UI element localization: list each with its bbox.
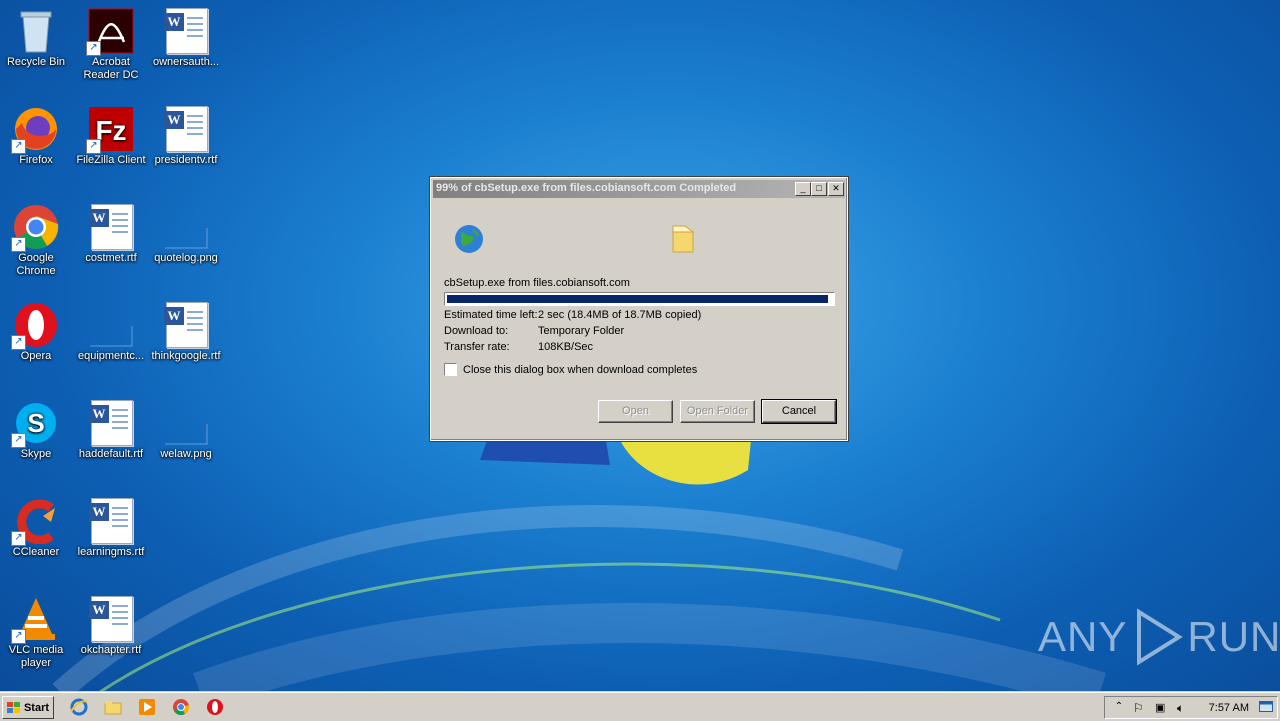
desktop-icon-recycle-bin[interactable]: Recycle Bin (0, 2, 74, 98)
firefox-icon: ↗ (11, 106, 59, 154)
info-row-transfer-rate: Transfer rate: 108KB/Sec (444, 341, 594, 353)
word-document-icon: W (163, 302, 209, 348)
recycle-bin-icon (13, 8, 59, 54)
anyrun-watermark: ANY RUN (1038, 608, 1280, 666)
image-file-icon (88, 302, 134, 348)
desktop-icon-filezilla[interactable]: Fz ↗ FileZilla Client (73, 100, 149, 196)
chrome-taskbar-icon[interactable] (172, 698, 190, 716)
show-hidden-icons-icon[interactable]: ⌃ (1111, 701, 1127, 715)
shortcut-arrow-icon: ↗ (11, 433, 26, 448)
svg-text:S: S (27, 408, 44, 438)
internet-explorer-icon[interactable] (70, 698, 88, 716)
shortcut-arrow-icon: ↗ (11, 139, 26, 154)
download-info: Estimated time left: 2 sec (18.4MB of 18… (444, 309, 701, 357)
desktop-icon-thinkgoogle[interactable]: W thinkgoogle.rtf (148, 296, 224, 392)
globe-icon (455, 225, 483, 253)
download-dialog[interactable]: 99% of cbSetup.exe from files.cobiansoft… (429, 176, 849, 442)
windows-logo-icon (6, 701, 20, 713)
download-progress-bar (444, 292, 835, 306)
dialog-title: 99% of cbSetup.exe from files.cobiansoft… (436, 182, 737, 194)
word-document-icon: W (88, 498, 134, 544)
shortcut-arrow-icon: ↗ (11, 335, 26, 350)
checkbox-box[interactable] (444, 363, 457, 376)
open-folder-button[interactable]: Open Folder (680, 400, 755, 423)
cancel-button[interactable]: Cancel (761, 399, 837, 424)
shortcut-arrow-icon: ↗ (11, 237, 26, 252)
system-tray: ⌃ ⚐ ▣ 🔈︎ 7:57 AM (1104, 696, 1278, 719)
desktop-icon-haddefault[interactable]: W haddefault.rtf (73, 394, 149, 490)
folder-icon (672, 225, 694, 253)
start-button[interactable]: Start (2, 696, 54, 719)
word-document-icon: W (163, 106, 209, 152)
desktop-icon-ccleaner[interactable]: ↗ CCleaner (0, 492, 74, 588)
image-file-icon (163, 204, 209, 250)
ccleaner-icon: ↗ (11, 498, 59, 546)
maximize-button[interactable]: □ (811, 182, 827, 196)
desktop-icon-okchapter[interactable]: W okchapter.rtf (73, 590, 149, 686)
image-file-icon (163, 400, 209, 446)
volume-icon[interactable]: 🔈︎ (1177, 701, 1193, 715)
close-on-complete-checkbox[interactable]: Close this dialog box when download comp… (444, 363, 697, 376)
show-desktop-icon[interactable] (1259, 701, 1273, 713)
word-document-icon: W (88, 596, 134, 642)
desktop-icon-vlc[interactable]: ↗ VLC media player (0, 590, 74, 686)
word-document-icon: W (163, 8, 209, 54)
skype-icon: S ↗ (11, 400, 59, 448)
desktop-icon-acrobat[interactable]: ↗ Acrobat Reader DC (73, 2, 149, 98)
desktop-icon-opera[interactable]: ↗ Opera (0, 296, 74, 392)
download-source: cbSetup.exe from files.cobiansoft.com (444, 277, 630, 289)
desktop-icon-skype[interactable]: S ↗ Skype (0, 394, 74, 490)
dialog-titlebar[interactable]: 99% of cbSetup.exe from files.cobiansoft… (433, 180, 845, 198)
desktop-icon-google-chrome[interactable]: ↗ Google Chrome (0, 198, 74, 294)
chrome-icon: ↗ (11, 204, 59, 252)
desktop-icon-ownersauth[interactable]: W ownersauth... (148, 2, 224, 98)
info-row-download-to: Download to: Temporary Folder (444, 325, 625, 337)
shortcut-arrow-icon: ↗ (11, 629, 26, 644)
network-icon[interactable]: ▣ (1155, 701, 1171, 715)
opera-icon: ↗ (11, 302, 59, 350)
word-document-icon: W (88, 204, 134, 250)
desktop-icon-equipmentc[interactable]: equipmentc... (73, 296, 149, 392)
clock[interactable]: 7:57 AM (1209, 702, 1249, 714)
checkbox-label: Close this dialog box when download comp… (463, 363, 698, 376)
progress-fill (447, 295, 829, 303)
file-explorer-icon[interactable] (104, 698, 122, 716)
shortcut-arrow-icon: ↗ (86, 139, 101, 154)
media-player-icon[interactable] (138, 698, 156, 716)
word-document-icon: W (88, 400, 134, 446)
vlc-icon: ↗ (11, 596, 59, 644)
opera-taskbar-icon[interactable] (206, 698, 224, 716)
play-logo-icon (1137, 608, 1184, 666)
shortcut-arrow-icon: ↗ (11, 531, 26, 546)
minimize-button[interactable]: _ (795, 182, 811, 196)
shortcut-arrow-icon: ↗ (86, 41, 101, 56)
close-button[interactable]: ✕ (828, 182, 844, 196)
desktop-icon-costmet[interactable]: W costmet.rtf (73, 198, 149, 294)
acrobat-icon: ↗ (86, 8, 134, 56)
desktop-icon-learningms[interactable]: W learningms.rtf (73, 492, 149, 588)
desktop-icon-welaw[interactable]: welaw.png (148, 394, 224, 490)
filezilla-icon: Fz ↗ (86, 106, 134, 154)
open-button[interactable]: Open (598, 400, 673, 423)
desktop-icon-presidentv[interactable]: W presidentv.rtf (148, 100, 224, 196)
action-center-flag-icon[interactable]: ⚐ (1133, 701, 1149, 715)
info-row-time-left: Estimated time left: 2 sec (18.4MB of 18… (444, 309, 702, 321)
desktop-icon-firefox[interactable]: ↗ Firefox (0, 100, 74, 196)
taskbar: Start ⌃ ⚐ ▣ 🔈︎ 7:57 AM (0, 692, 1280, 721)
desktop-icon-quotelog[interactable]: quotelog.png (148, 198, 224, 294)
